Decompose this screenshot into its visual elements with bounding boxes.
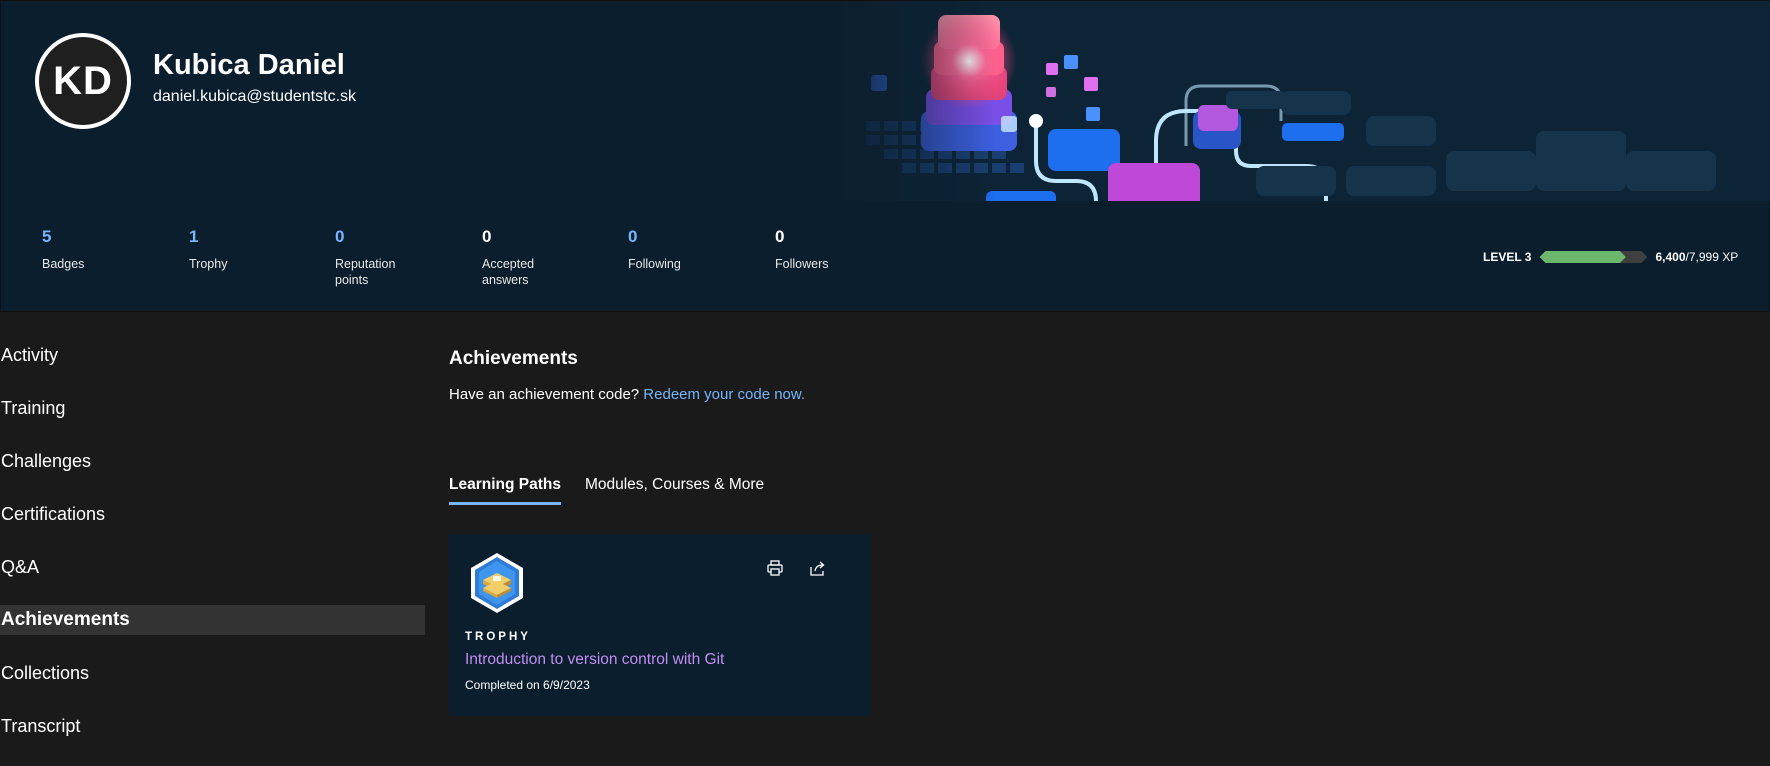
trophy-badge-icon: [469, 551, 525, 615]
stat-accepted-answers: 0 Accepted answers: [482, 227, 592, 288]
main-content: Achievements Have an achievement code? R…: [449, 340, 871, 716]
sidebar-item-challenges[interactable]: Challenges: [0, 446, 425, 476]
achievement-tabs: Learning Paths Modules, Courses & More: [449, 476, 788, 505]
user-email: daniel.kubica@studentstc.sk: [153, 88, 357, 105]
trophy-card: TROPHY Introduction to version control w…: [449, 534, 871, 716]
code-prompt-text: Have an achievement code?: [449, 386, 644, 403]
stat-label: Trophy: [189, 257, 228, 271]
stat-label: Badges: [42, 257, 85, 271]
stat-following[interactable]: 0 Following: [628, 227, 738, 272]
achievement-code-prompt: Have an achievement code? Redeem your co…: [449, 386, 805, 403]
stat-reputation-points[interactable]: 0 Reputation points: [335, 227, 445, 288]
stat-followers: 0 Followers: [775, 227, 885, 272]
header-banner-illustration: [826, 1, 1770, 201]
stat-value: 5: [42, 227, 52, 246]
level-indicator: LEVEL 3 6,400/7,999 XP: [1483, 250, 1738, 264]
sidebar-item-qa[interactable]: Q&A: [0, 552, 425, 582]
card-title-link[interactable]: Introduction to version control with Git: [465, 651, 724, 669]
card-completion-date: Completed on 6/9/2023: [465, 678, 590, 692]
stat-trophy[interactable]: 1 Trophy: [189, 227, 299, 272]
sidebar-item-collections[interactable]: Collections: [0, 658, 425, 688]
share-icon[interactable]: [806, 556, 830, 580]
printer-icon[interactable]: [763, 556, 787, 580]
stat-label: Followers: [775, 257, 829, 271]
sidebar-item-activity[interactable]: Activity: [0, 340, 425, 370]
redeem-code-link[interactable]: Redeem your code now.: [643, 386, 805, 403]
profile-header: KD Kubica Daniel daniel.kubica@studentst…: [0, 0, 1770, 312]
sidebar-item-training[interactable]: Training: [0, 393, 425, 423]
stat-value: 0: [482, 227, 492, 246]
card-type-label: TROPHY: [465, 631, 531, 643]
xp-total: /7,999 XP: [1685, 250, 1739, 264]
xp-progress-bar: [1539, 251, 1648, 263]
stat-value: 0: [775, 227, 785, 246]
tab-modules-courses[interactable]: Modules, Courses & More: [585, 476, 764, 505]
xp-progress-fill: [1539, 251, 1625, 263]
page-title: Achievements: [449, 348, 578, 369]
stat-label: Reputation points: [335, 257, 396, 287]
stat-label: Accepted answers: [482, 257, 535, 287]
xp-current: 6,400: [1655, 250, 1686, 264]
level-label: LEVEL 3: [1483, 250, 1532, 264]
stat-value: 1: [189, 227, 199, 246]
sidebar-item-transcript[interactable]: Transcript: [0, 711, 425, 741]
sidebar-item-certifications[interactable]: Certifications: [0, 499, 425, 529]
user-name: Kubica Daniel: [153, 49, 345, 81]
stat-value: 0: [628, 227, 638, 246]
sidebar-nav: Activity Training Challenges Certificati…: [0, 340, 425, 764]
stat-badges[interactable]: 5 Badges: [42, 227, 152, 272]
avatar: KD: [35, 33, 131, 129]
stat-label: Following: [628, 257, 681, 271]
stat-value: 0: [335, 227, 345, 246]
sidebar-item-achievements[interactable]: Achievements: [0, 605, 425, 635]
tab-learning-paths[interactable]: Learning Paths: [449, 476, 561, 505]
